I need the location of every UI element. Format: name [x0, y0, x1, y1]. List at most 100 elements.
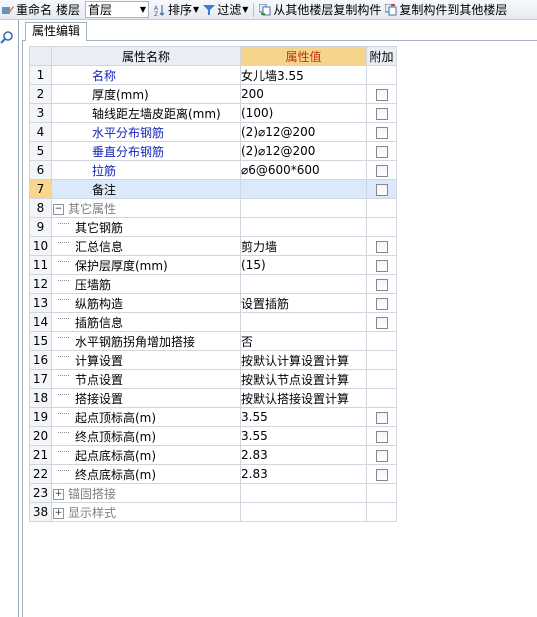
table-row[interactable]: 38 + 显示样式 [29, 502, 397, 522]
extra-cell[interactable] [366, 426, 397, 446]
property-value-cell[interactable] [240, 179, 367, 199]
property-name-cell[interactable]: − 其它属性 [51, 198, 241, 218]
extra-cell[interactable] [366, 122, 397, 142]
table-row[interactable]: 9 其它钢筋 [29, 217, 397, 237]
rename-button[interactable]: 重命名 [0, 0, 54, 19]
property-value-cell[interactable]: 按默认计算设置计算 [240, 350, 367, 370]
extra-checkbox[interactable] [375, 183, 388, 196]
property-name-cell[interactable]: + 显示样式 [51, 502, 241, 522]
expand-icon[interactable]: + [53, 488, 64, 500]
property-name-cell[interactable]: 终点底标高(m) [51, 464, 241, 484]
filter-button[interactable]: 过滤 ▼ [201, 0, 250, 19]
expand-icon[interactable]: + [53, 507, 64, 519]
table-row[interactable]: 1 名称 女儿墙3.55 [29, 65, 397, 85]
table-row[interactable]: 10 汇总信息 剪力墙 [29, 236, 397, 256]
tab-property-edit[interactable]: 属性编辑 [25, 22, 88, 42]
property-value-cell[interactable] [240, 274, 367, 294]
table-row[interactable]: 18 搭接设置 按默认搭接设置计算 [29, 388, 397, 408]
property-name-cell[interactable]: + 锚固搭接 [51, 483, 241, 503]
search-icon[interactable] [0, 31, 14, 45]
property-value-cell[interactable] [240, 502, 367, 522]
extra-checkbox[interactable] [375, 88, 388, 101]
table-row[interactable]: 15 水平钢筋拐角增加搭接 否 [29, 331, 397, 351]
property-name-cell[interactable]: 轴线距左墙皮距离(mm) [51, 103, 241, 123]
extra-cell[interactable] [366, 255, 397, 275]
extra-checkbox[interactable] [375, 240, 388, 253]
extra-checkbox[interactable] [375, 430, 388, 443]
extra-cell[interactable] [366, 84, 397, 104]
property-name-cell[interactable]: 水平分布钢筋 [51, 122, 241, 142]
property-value-cell[interactable]: (15) [240, 255, 367, 275]
property-value-cell[interactable]: (100) [240, 103, 367, 123]
extra-checkbox[interactable] [375, 278, 388, 291]
table-row[interactable]: 5 垂直分布钢筋 (2)⌀12@200 [29, 141, 397, 161]
table-row[interactable]: 19 起点顶标高(m) 3.55 [29, 407, 397, 427]
extra-cell[interactable] [366, 236, 397, 256]
table-row[interactable]: 22 终点底标高(m) 2.83 [29, 464, 397, 484]
table-row[interactable]: 2 厚度(mm) 200 [29, 84, 397, 104]
extra-checkbox[interactable] [375, 164, 388, 177]
property-value-cell[interactable] [240, 312, 367, 332]
property-name-cell[interactable]: 起点底标高(m) [51, 445, 241, 465]
property-value-cell[interactable] [240, 198, 367, 218]
property-name-cell[interactable]: 备注 [51, 179, 241, 199]
property-name-cell[interactable]: 水平钢筋拐角增加搭接 [51, 331, 241, 351]
property-name-cell[interactable]: 节点设置 [51, 369, 241, 389]
sort-button[interactable]: AZ 排序 ▼ [152, 0, 201, 19]
table-row[interactable]: 7 备注 [29, 179, 397, 199]
extra-cell[interactable] [366, 312, 397, 332]
property-value-cell[interactable] [240, 217, 367, 237]
extra-cell[interactable] [366, 179, 397, 199]
property-name-cell[interactable]: 厚度(mm) [51, 84, 241, 104]
property-name-cell[interactable]: 其它钢筋 [51, 217, 241, 237]
table-row[interactable]: 17 节点设置 按默认节点设置计算 [29, 369, 397, 389]
extra-cell[interactable] [366, 141, 397, 161]
table-row[interactable]: 3 轴线距左墙皮距离(mm) (100) [29, 103, 397, 123]
property-value-cell[interactable]: 2.83 [240, 464, 367, 484]
extra-checkbox[interactable] [375, 468, 388, 481]
property-value-cell[interactable]: 剪力墙 [240, 236, 367, 256]
property-value-cell[interactable]: ⌀6@600*600 [240, 160, 367, 180]
extra-checkbox[interactable] [375, 107, 388, 120]
property-name-cell[interactable]: 汇总信息 [51, 236, 241, 256]
table-row[interactable]: 13 纵筋构造 设置插筋 [29, 293, 397, 313]
property-value-cell[interactable]: 200 [240, 84, 367, 104]
copy-from-floor-button[interactable]: 从其他楼层复制构件 [257, 0, 383, 19]
extra-checkbox[interactable] [375, 449, 388, 462]
property-name-cell[interactable]: 垂直分布钢筋 [51, 141, 241, 161]
property-value-cell[interactable]: (2)⌀12@200 [240, 141, 367, 161]
extra-cell[interactable] [366, 464, 397, 484]
table-row[interactable]: 23 + 锚固搭接 [29, 483, 397, 503]
property-name-cell[interactable]: 压墙筋 [51, 274, 241, 294]
property-value-cell[interactable]: 按默认节点设置计算 [240, 369, 367, 389]
header-extra[interactable]: 附加 [366, 46, 397, 66]
property-name-cell[interactable]: 搭接设置 [51, 388, 241, 408]
extra-checkbox[interactable] [375, 297, 388, 310]
extra-checkbox[interactable] [375, 259, 388, 272]
extra-checkbox[interactable] [375, 316, 388, 329]
table-row[interactable]: 16 计算设置 按默认计算设置计算 [29, 350, 397, 370]
copy-to-floor-button[interactable]: 复制构件到其他楼层 [383, 0, 509, 19]
table-row[interactable]: 6 拉筋 ⌀6@600*600 [29, 160, 397, 180]
extra-checkbox[interactable] [375, 411, 388, 424]
extra-cell[interactable] [366, 274, 397, 294]
extra-cell[interactable] [366, 407, 397, 427]
property-value-cell[interactable]: (2)⌀12@200 [240, 122, 367, 142]
table-row[interactable]: 12 压墙筋 [29, 274, 397, 294]
property-name-cell[interactable]: 保护层厚度(mm) [51, 255, 241, 275]
property-value-cell[interactable]: 否 [240, 331, 367, 351]
table-row[interactable]: 21 起点底标高(m) 2.83 [29, 445, 397, 465]
property-name-cell[interactable]: 纵筋构造 [51, 293, 241, 313]
collapse-icon[interactable]: − [53, 203, 64, 215]
property-name-cell[interactable]: 拉筋 [51, 160, 241, 180]
extra-cell[interactable] [366, 293, 397, 313]
property-value-cell[interactable]: 设置插筋 [240, 293, 367, 313]
extra-cell[interactable] [366, 160, 397, 180]
property-name-cell[interactable]: 终点顶标高(m) [51, 426, 241, 446]
extra-cell[interactable] [366, 445, 397, 465]
property-value-cell[interactable] [240, 483, 367, 503]
table-row[interactable]: 4 水平分布钢筋 (2)⌀12@200 [29, 122, 397, 142]
extra-checkbox[interactable] [375, 145, 388, 158]
floor-select[interactable]: 首层 ▼ [85, 1, 150, 18]
property-value-cell[interactable]: 女儿墙3.55 [240, 65, 367, 85]
